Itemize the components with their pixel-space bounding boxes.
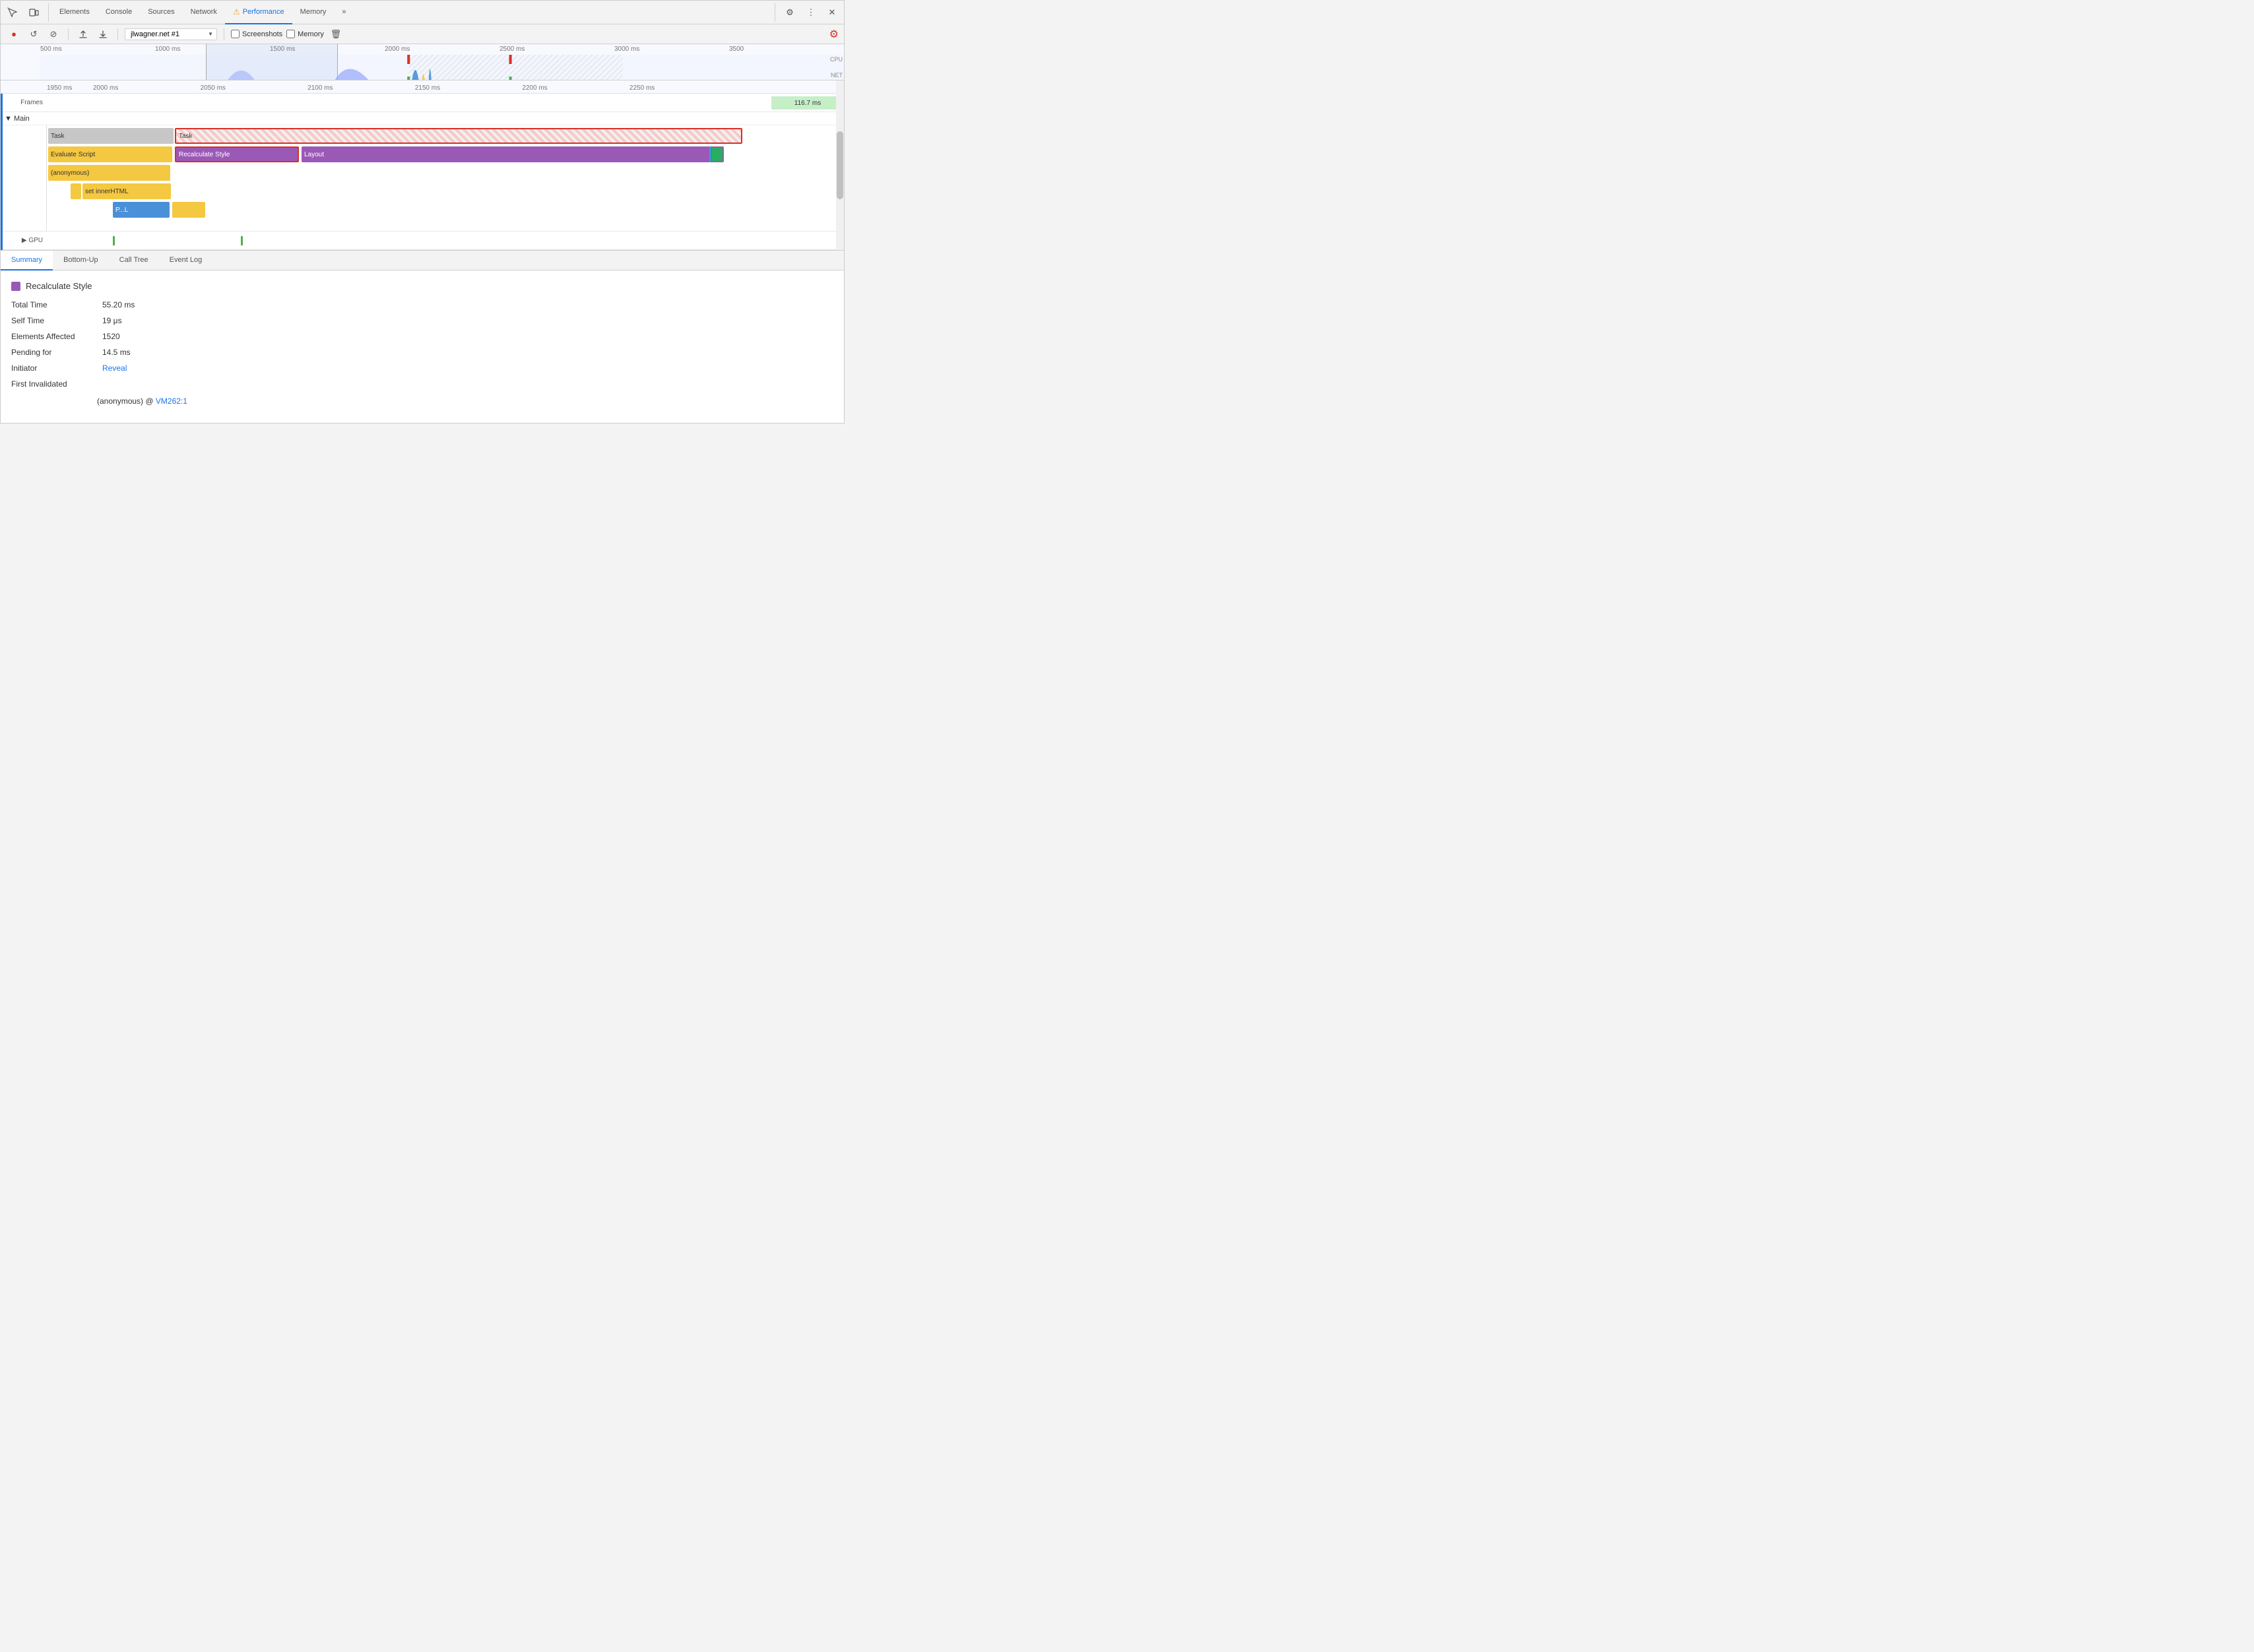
settings-button[interactable]: ⚙ xyxy=(781,3,799,22)
close-button[interactable]: ✕ xyxy=(823,3,841,22)
bottom-panel: Summary Bottom-Up Call Tree Event Log Re… xyxy=(1,250,844,423)
setinnerhtml-bar-1[interactable] xyxy=(71,183,81,199)
pending-for-label: Pending for xyxy=(11,348,97,357)
overview-timeline: 500 ms 1000 ms 1500 ms 2000 ms 2500 ms 3… xyxy=(1,44,844,80)
capture-settings-button[interactable]: ⚙ xyxy=(829,28,839,41)
reveal-link[interactable]: Reveal xyxy=(102,364,127,373)
self-time-value: 19 μs xyxy=(102,316,122,325)
recalc-color-swatch xyxy=(11,282,20,291)
main-track-label[interactable]: ▼ Main xyxy=(1,115,47,123)
gpu-pip-2 xyxy=(241,236,243,245)
pl-bar[interactable]: P...L xyxy=(113,202,170,218)
task-bar-1[interactable]: Task xyxy=(48,128,174,144)
tab-bottom-up[interactable]: Bottom-Up xyxy=(53,251,109,270)
cursor-icons xyxy=(3,3,49,22)
tab-network[interactable]: Network xyxy=(183,1,225,24)
main-track-header: ▼ Main xyxy=(1,112,844,125)
overview-selection[interactable] xyxy=(206,44,338,80)
gpu-label[interactable]: ▶ GPU xyxy=(1,237,47,244)
tab-console[interactable]: Console xyxy=(98,1,140,24)
tab-summary[interactable]: Summary xyxy=(1,251,53,270)
memory-checkbox[interactable]: Memory xyxy=(286,30,324,38)
tab-sources[interactable]: Sources xyxy=(140,1,182,24)
evaluate-script-bar[interactable]: Evaluate Script xyxy=(48,146,172,162)
recalculate-style-bar[interactable]: Recalculate Style xyxy=(175,146,299,162)
pending-for-row: Pending for 14.5 ms xyxy=(11,348,833,357)
selection-left-border xyxy=(1,80,3,250)
overview-ruler: 500 ms 1000 ms 1500 ms 2000 ms 2500 ms 3… xyxy=(1,44,844,53)
devtools-actions: ⚙ ⋮ ✕ xyxy=(775,3,841,22)
memory-checkbox-input[interactable] xyxy=(286,30,295,38)
first-invalidated-value: (anonymous) @ VM262:1 xyxy=(11,397,833,406)
tab-memory[interactable]: Memory xyxy=(292,1,335,24)
elements-affected-label: Elements Affected xyxy=(11,332,97,341)
device-icon[interactable] xyxy=(24,3,43,22)
main-track-spacer xyxy=(1,125,47,231)
frames-content: 116.7 ms xyxy=(47,94,844,111)
elements-affected-row: Elements Affected 1520 xyxy=(11,332,833,341)
tab-more[interactable]: » xyxy=(334,1,354,24)
devtools-tab-bar: Elements Console Sources Network ⚠ Perfo… xyxy=(1,1,844,24)
main-track-content: Task Task Evaluate Script Recalculate St… xyxy=(47,125,844,231)
timeline-detail-area: 1950 ms 2000 ms 2050 ms 2100 ms 2150 ms … xyxy=(1,80,844,250)
screenshots-checkbox-input[interactable] xyxy=(231,30,240,38)
initiator-label: Initiator xyxy=(11,364,97,373)
total-time-row: Total Time 55.20 ms xyxy=(11,300,833,309)
reload-record-button[interactable]: ↺ xyxy=(26,26,42,42)
anonymous-bar[interactable]: (anonymous) xyxy=(48,165,170,181)
scrollbar-thumb[interactable] xyxy=(837,131,843,199)
screenshots-checkbox[interactable]: Screenshots xyxy=(231,30,282,38)
cursor-icon[interactable] xyxy=(3,3,22,22)
timeline-scrollbar[interactable] xyxy=(836,80,844,250)
summary-title: Recalculate Style xyxy=(11,281,833,291)
gpu-content xyxy=(47,232,844,249)
frames-row: Frames 116.7 ms xyxy=(1,94,844,112)
self-time-row: Self Time 19 μs xyxy=(11,316,833,325)
task-bar-2-long[interactable]: Task xyxy=(175,128,742,144)
main-track: ▼ Main Task Task Evaluate Script xyxy=(1,112,844,232)
cpu-label: CPU xyxy=(830,56,843,63)
frames-label: Frames xyxy=(1,99,47,106)
elements-affected-value: 1520 xyxy=(102,332,120,341)
tab-elements[interactable]: Elements xyxy=(51,1,98,24)
pl-yellow-bar[interactable] xyxy=(172,202,205,218)
gpu-pip-1 xyxy=(113,236,115,245)
initiator-row: Initiator Reveal xyxy=(11,364,833,373)
tab-call-tree[interactable]: Call Tree xyxy=(109,251,159,270)
record-button[interactable]: ● xyxy=(6,26,22,42)
tab-performance[interactable]: ⚠ Performance xyxy=(225,1,292,24)
total-time-value: 55.20 ms xyxy=(102,300,135,309)
net-label: NET xyxy=(831,72,843,79)
trash-button[interactable]: 🗑 xyxy=(328,26,344,42)
url-select-input[interactable]: jlwagner.net #1 xyxy=(125,28,217,40)
total-time-label: Total Time xyxy=(11,300,97,309)
layout-bar[interactable]: Layout xyxy=(302,146,724,162)
more-button[interactable]: ⋮ xyxy=(802,3,820,22)
performance-toolbar: ● ↺ ⊘ jlwagner.net #1 Screenshots Memory… xyxy=(1,24,844,44)
self-time-label: Self Time xyxy=(11,316,97,325)
tab-event-log[interactable]: Event Log xyxy=(159,251,213,270)
download-button[interactable] xyxy=(95,26,111,42)
warning-icon: ⚠ xyxy=(233,7,240,16)
detail-ruler: 1950 ms 2000 ms 2050 ms 2100 ms 2150 ms … xyxy=(1,80,844,94)
pending-for-value: 14.5 ms xyxy=(102,348,131,357)
first-invalidated-label: First Invalidated xyxy=(11,379,833,389)
clear-button[interactable]: ⊘ xyxy=(46,26,61,42)
setinnerhtml-bar-2[interactable]: set innerHTML xyxy=(82,183,171,199)
first-invalidated-row: First Invalidated (anonymous) @ VM262:1 xyxy=(11,379,833,406)
url-selector[interactable]: jlwagner.net #1 xyxy=(125,28,217,40)
frame-bar[interactable]: 116.7 ms xyxy=(771,96,844,110)
bottom-tab-bar: Summary Bottom-Up Call Tree Event Log xyxy=(1,251,844,270)
cpu-overview-chart xyxy=(40,55,844,80)
upload-button[interactable] xyxy=(75,26,91,42)
vm262-link[interactable]: VM262:1 xyxy=(156,397,187,406)
gpu-track: ▶ GPU xyxy=(1,232,844,250)
summary-content: Recalculate Style Total Time 55.20 ms Se… xyxy=(1,270,844,423)
